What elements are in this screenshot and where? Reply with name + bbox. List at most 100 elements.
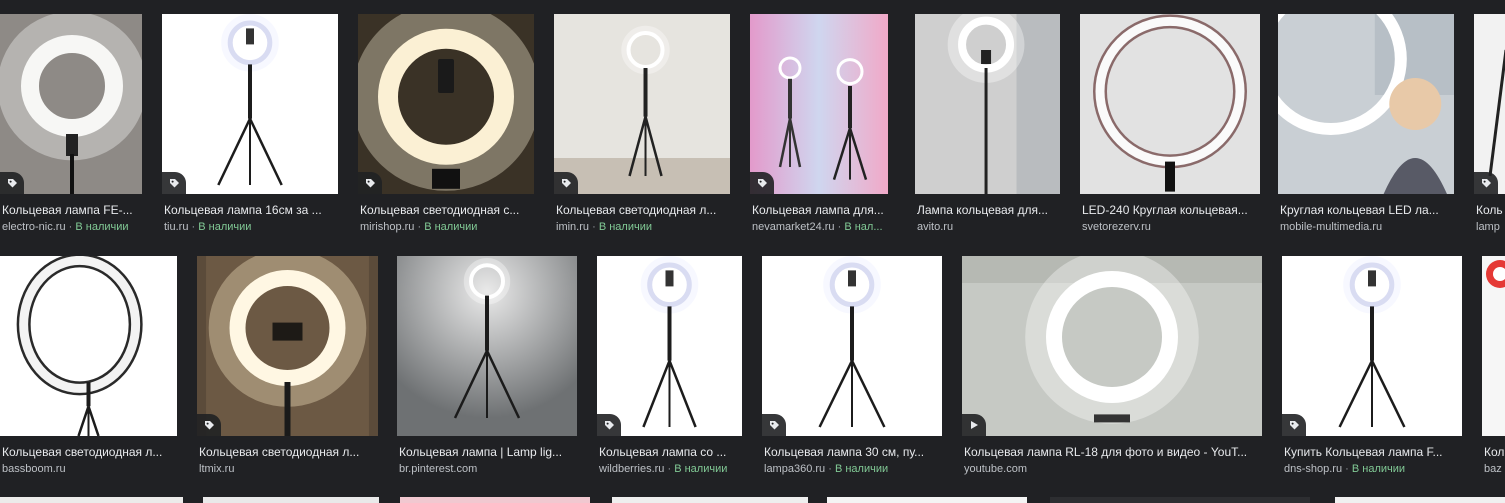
availability-status: В наличии xyxy=(674,463,728,475)
tag-icon xyxy=(358,172,382,194)
image-result-card[interactable]: Кольцевая лампа RL-18 для фото и видео -… xyxy=(962,0,1262,475)
source-domain: lampa360.ru xyxy=(764,463,826,475)
result-thumb-partial[interactable] xyxy=(1050,497,1310,503)
result-source: nevamarket24.ru · В нал... xyxy=(752,220,886,234)
result-thumbnail[interactable] xyxy=(1474,14,1505,194)
source-domain: svetorezerv.ru xyxy=(1082,221,1151,233)
result-title-link[interactable]: Кольцевая лампа | Lamp lig... xyxy=(399,444,575,460)
ring-light-photo xyxy=(554,14,730,194)
result-title-link[interactable]: Кольцевая лампа RL-18 для фото и видео -… xyxy=(964,444,1260,460)
result-thumbnail[interactable] xyxy=(397,256,577,436)
ring-light-photo xyxy=(162,14,338,194)
source-domain: wildberries.ru xyxy=(599,463,665,475)
result-thumb-partial[interactable] xyxy=(827,497,1027,503)
result-thumb-partial[interactable] xyxy=(0,497,183,503)
result-title-link[interactable]: Кольцевая лампа 16см за ... xyxy=(164,202,336,218)
result-source: mobile-multimedia.ru xyxy=(1280,220,1452,234)
result-source: lampa360.ru · В наличии xyxy=(764,462,940,476)
image-result-card[interactable]: Купить Кольцевая лампа F... dns-shop.ru ·… xyxy=(1282,0,1462,475)
result-thumbnail[interactable] xyxy=(915,14,1060,194)
ring-light-photo xyxy=(1474,14,1505,194)
availability-status: В наличии xyxy=(198,221,252,233)
result-source: mirishop.ru · В наличии xyxy=(360,220,532,234)
result-thumbnail[interactable] xyxy=(0,14,142,194)
tag-icon xyxy=(197,414,221,436)
result-thumbnail[interactable] xyxy=(597,256,742,436)
ring-light-photo xyxy=(750,14,888,194)
image-result-card[interactable]: Кольцевая лампа | Lamp lig... br.pinteres… xyxy=(397,0,577,475)
result-thumbnail[interactable] xyxy=(197,256,378,436)
ring-light-photo xyxy=(962,256,1262,436)
ring-light-photo xyxy=(597,256,742,436)
result-source: youtube.com xyxy=(964,462,1260,476)
result-title-link[interactable]: Кольцевая лампа 30 см, пу... xyxy=(764,444,940,460)
image-result-card[interactable]: Кол baz xyxy=(1482,0,1505,475)
source-domain: ltmix.ru xyxy=(199,463,235,475)
ring-light-photo xyxy=(0,256,177,436)
result-title-link[interactable]: Кольцевая лампа FE-... xyxy=(2,202,140,218)
ring-light-photo xyxy=(915,14,1060,194)
tag-icon xyxy=(1474,172,1498,194)
result-thumbnail[interactable] xyxy=(762,256,942,436)
result-source: br.pinterest.com xyxy=(399,462,575,476)
result-title-link[interactable]: Кольцевая лампа для... xyxy=(752,202,886,218)
result-thumbnail[interactable] xyxy=(554,14,730,194)
result-thumbnail[interactable] xyxy=(0,256,177,436)
result-thumb-partial[interactable] xyxy=(612,497,808,503)
result-thumbnail[interactable] xyxy=(1278,14,1454,194)
result-thumbnail[interactable] xyxy=(358,14,534,194)
separator-dot: · xyxy=(417,221,422,233)
result-source: baz xyxy=(1484,462,1505,476)
source-domain: avito.ru xyxy=(917,221,954,233)
separator-dot: · xyxy=(68,221,73,233)
result-title-link[interactable]: Коль xyxy=(1476,202,1505,218)
ring-light-photo xyxy=(1080,14,1260,194)
separator-dot: · xyxy=(592,221,596,233)
result-title-link[interactable]: Кольцевая светодиодная л... xyxy=(2,444,175,460)
ring-light-photo xyxy=(1282,256,1462,436)
result-thumb-partial[interactable] xyxy=(400,497,590,503)
result-title-link[interactable]: Кол xyxy=(1484,444,1505,460)
image-result-card[interactable]: Кольцевая лампа 30 см, пу... lampa360.ru … xyxy=(762,0,942,475)
result-source: bassboom.ru xyxy=(2,462,175,476)
tag-icon xyxy=(597,414,621,436)
result-title-link[interactable]: LED-240 Круглая кольцевая... xyxy=(1082,202,1258,218)
source-domain: br.pinterest.com xyxy=(399,463,478,475)
availability-status: В наличии xyxy=(424,221,478,233)
result-thumbnail[interactable] xyxy=(162,14,338,194)
result-thumb-partial[interactable] xyxy=(203,497,379,503)
availability-status: В нал... xyxy=(844,221,883,233)
image-result-card[interactable]: Кольцевая светодиодная л... bassboom.ru xyxy=(0,0,177,475)
result-thumb-partial[interactable] xyxy=(1335,497,1505,503)
separator-dot: · xyxy=(191,221,196,233)
ring-light-photo xyxy=(358,14,534,194)
source-domain: lamp xyxy=(1476,221,1500,233)
result-title-link[interactable]: Круглая кольцевая LED ла... xyxy=(1280,202,1452,218)
result-title-link[interactable]: Кольцевая светодиодная л... xyxy=(199,444,376,460)
source-domain: imin.ru xyxy=(556,221,590,233)
result-title-link[interactable]: Кольцевая лампа со ... xyxy=(599,444,740,460)
source-domain: dns-shop.ru xyxy=(1284,463,1343,475)
result-title-link[interactable]: Кольцевая светодиодная л... xyxy=(556,202,728,218)
image-result-card[interactable]: Кольцевая лампа со ... wildberries.ru · В… xyxy=(597,0,742,475)
result-title-link[interactable]: Лампа кольцевая для... xyxy=(917,202,1058,218)
tag-icon xyxy=(554,172,578,194)
play-icon xyxy=(962,414,986,436)
result-title-link[interactable]: Купить Кольцевая лампа F... xyxy=(1284,444,1460,460)
image-result-card[interactable]: Кольцевая светодиодная л... ltmix.ru xyxy=(197,0,378,475)
result-thumbnail[interactable] xyxy=(1482,256,1505,436)
result-source: lamp xyxy=(1476,220,1505,234)
result-thumbnail[interactable] xyxy=(1282,256,1462,436)
result-thumbnail[interactable] xyxy=(1080,14,1260,194)
result-thumbnail[interactable] xyxy=(962,256,1262,436)
result-source: tiu.ru · В наличии xyxy=(164,220,336,234)
tag-icon xyxy=(162,172,186,194)
result-title-link[interactable]: Кольцевая светодиодная с... xyxy=(360,202,532,218)
ring-light-photo xyxy=(762,256,942,436)
result-source: avito.ru xyxy=(917,220,1058,234)
tag-icon xyxy=(0,172,24,194)
result-thumbnail[interactable] xyxy=(750,14,888,194)
ring-light-photo xyxy=(197,256,378,436)
result-source: wildberries.ru · В наличии xyxy=(599,462,740,476)
ring-light-photo xyxy=(0,14,142,194)
